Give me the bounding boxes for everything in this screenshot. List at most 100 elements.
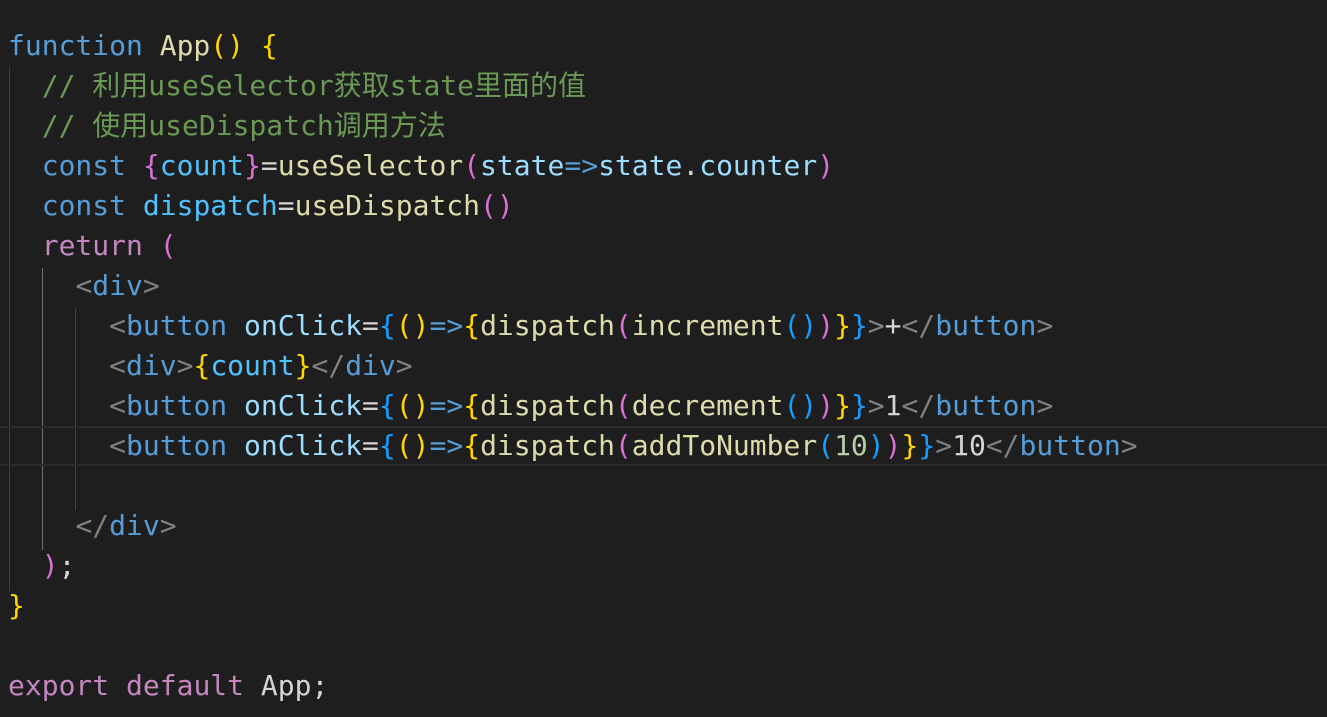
code-token: div xyxy=(109,509,160,542)
code-line[interactable]: } xyxy=(0,586,1327,626)
code-line[interactable]: // 利用useSelector获取state里面的值 xyxy=(0,66,1327,106)
code-token: = xyxy=(260,149,278,182)
code-token: } xyxy=(850,309,868,342)
code-token: () xyxy=(395,429,430,462)
code-token: { xyxy=(142,149,160,182)
code-line[interactable]: function App() { xyxy=(0,26,1327,66)
code-editor[interactable]: function App() { // 利用useSelector获取state… xyxy=(0,0,1327,717)
code-line-text: return ( xyxy=(8,226,177,266)
code-line[interactable]: <button onClick={()=>{dispatch(decrement… xyxy=(0,386,1327,426)
code-line-text: <button onClick={()=>{dispatch(decrement… xyxy=(8,386,1053,426)
code-token: useDispatch xyxy=(294,189,481,222)
code-token: ( xyxy=(614,429,632,462)
code-token: div xyxy=(345,349,396,382)
code-token: decrement xyxy=(631,389,784,422)
code-token: ) xyxy=(817,389,835,422)
code-token: button xyxy=(935,309,1037,342)
code-line[interactable]: <div>{count}</div> xyxy=(0,346,1327,386)
code-token: ; xyxy=(58,549,76,582)
code-token: = xyxy=(277,189,295,222)
code-token: + xyxy=(884,309,902,342)
code-line-text: // 利用useSelector获取state里面的值 xyxy=(8,66,586,106)
code-token: < xyxy=(109,429,127,462)
code-line[interactable] xyxy=(0,626,1327,666)
code-token: ( xyxy=(159,229,177,262)
code-line[interactable]: <div> xyxy=(0,266,1327,306)
code-token: > xyxy=(867,389,885,422)
code-line[interactable]: const dispatch=useDispatch() xyxy=(0,186,1327,226)
code-token: } xyxy=(918,429,936,462)
code-token: () xyxy=(480,189,514,222)
code-line-text: <button onClick={()=>{dispatch(addToNumb… xyxy=(8,428,1137,464)
code-line[interactable]: return ( xyxy=(0,226,1327,266)
code-token: < xyxy=(109,309,127,342)
code-line-text: </div> xyxy=(8,506,177,546)
code-token: ( xyxy=(614,309,632,342)
code-token: { xyxy=(378,389,396,422)
code-token: dispatch xyxy=(480,429,615,462)
code-line[interactable]: </div> xyxy=(0,506,1327,546)
code-token: > xyxy=(1036,309,1054,342)
code-token: } xyxy=(901,429,919,462)
code-token: < xyxy=(109,389,127,422)
code-token: } xyxy=(8,589,25,622)
code-token: > xyxy=(159,509,177,542)
code-token: return xyxy=(41,229,143,262)
code-token: => xyxy=(429,389,464,422)
code-line[interactable] xyxy=(0,466,1327,506)
code-token: 10 xyxy=(952,429,986,462)
code-token: < xyxy=(109,349,127,382)
code-token: increment xyxy=(631,309,784,342)
code-line[interactable]: const {count}=useSelector(state=>state.c… xyxy=(0,146,1327,186)
code-token: > xyxy=(1036,389,1054,422)
code-token: button xyxy=(126,429,228,462)
code-token: button xyxy=(935,389,1037,422)
code-token: > xyxy=(142,269,160,302)
code-token: { xyxy=(463,429,481,462)
code-token: const xyxy=(41,149,127,182)
code-line[interactable]: ); xyxy=(0,546,1327,586)
code-line[interactable]: export default App; xyxy=(0,666,1327,706)
code-token: { xyxy=(378,309,396,342)
code-token: div xyxy=(92,269,143,302)
code-token: counter xyxy=(699,149,818,182)
code-token: 1 xyxy=(884,389,902,422)
code-token: } xyxy=(850,389,868,422)
code-token: } xyxy=(834,309,851,342)
code-token: button xyxy=(126,389,228,422)
code-line[interactable]: <button onClick={()=>{dispatch(increment… xyxy=(0,306,1327,346)
code-token: ( xyxy=(463,149,481,182)
code-token: < xyxy=(75,269,93,302)
code-token: = xyxy=(362,309,379,342)
code-token: </ xyxy=(75,509,110,542)
code-token: => xyxy=(429,309,464,342)
code-token: count xyxy=(159,149,245,182)
code-token: { xyxy=(193,349,211,382)
code-line-text: const {count}=useSelector(state=>state.c… xyxy=(8,146,834,186)
code-token: { xyxy=(378,429,396,462)
code-token: () xyxy=(395,389,430,422)
code-token: button xyxy=(1019,429,1121,462)
code-line-text: export default App; xyxy=(8,666,328,706)
code-token: > xyxy=(867,309,885,342)
code-line-text: } xyxy=(8,586,25,626)
code-token: div xyxy=(126,349,177,382)
code-line[interactable]: <button onClick={()=>{dispatch(addToNumb… xyxy=(0,426,1327,466)
code-token: . xyxy=(682,149,700,182)
code-token: button xyxy=(126,309,228,342)
code-line[interactable]: // 使用useDispatch调用方法 xyxy=(0,106,1327,146)
